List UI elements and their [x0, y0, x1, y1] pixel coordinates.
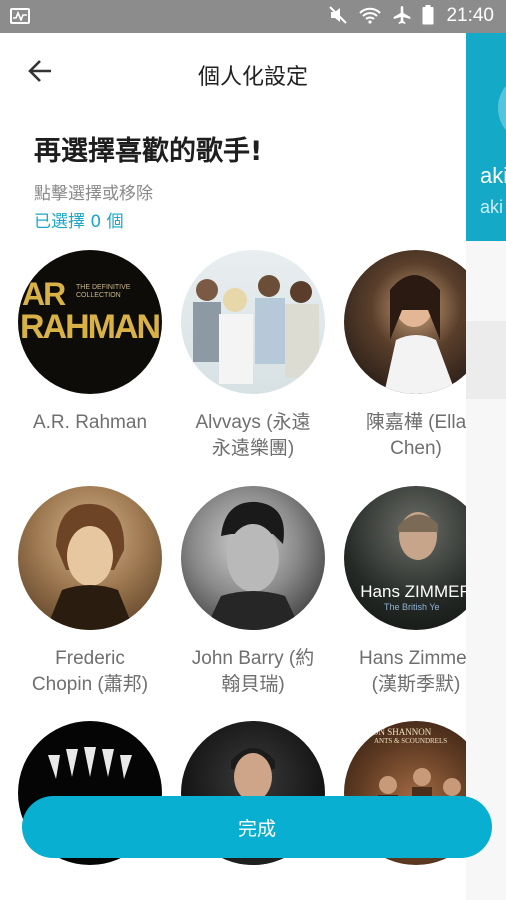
adjacent-panel-line1: aki [480, 163, 506, 188]
artist-name: John Barry (約 翰貝瑞) [191, 648, 315, 695]
wifi-icon [358, 5, 382, 29]
airplane-icon [392, 5, 412, 29]
artist-card-chopin[interactable]: Frederic Chopin (蕭邦) [8, 486, 172, 698]
activity-notification-icon [10, 8, 30, 24]
adjacent-panel-avatar [498, 73, 506, 143]
portrait-image [384, 275, 456, 394]
artist-name: A.R. Rahman [32, 412, 148, 433]
portrait-image [205, 501, 301, 630]
artist-avatar [181, 486, 325, 630]
album-art-subtext: THE DEFINITIVE COLLECTION [76, 284, 131, 299]
adjacent-panel-block [466, 321, 506, 399]
page-title: 個人化設定 [197, 65, 308, 90]
status-time: 21:40 [446, 5, 494, 26]
adjacent-panel-line2: aki [480, 197, 504, 217]
mute-icon [328, 5, 348, 29]
selection-hint: 點擊選擇或移除 [34, 184, 153, 204]
artist-card-ella-chen[interactable]: 陳嘉樺 (Ella Chen) [334, 250, 466, 462]
app-bar: 個人化設定 [0, 33, 466, 113]
band-photo-image [193, 275, 319, 384]
album-art-subtext: The British Ye [384, 602, 440, 612]
artist-card-alvvays[interactable]: Alvvays (永遠 永遠樂團) [171, 250, 335, 462]
artist-name: 陳嘉樺 (Ella Chen) [365, 412, 466, 459]
artist-avatar [344, 250, 466, 394]
done-button[interactable]: 完成 [22, 796, 492, 858]
battery-icon [422, 5, 434, 29]
artist-avatar: Hans ZIMMER The British Ye [344, 486, 466, 630]
artist-avatar [181, 250, 325, 394]
artist-card-ar-rahman[interactable]: AR THE DEFINITIVE COLLECTION RAHMAN A.R.… [8, 250, 172, 436]
portrait-image [46, 503, 134, 630]
headline: 再選擇喜歡的歌手! [34, 136, 263, 167]
screen: 21:40 aki aki 個人化設定 再選擇喜歡的歌手! 點擊選擇或移除 已選… [0, 0, 506, 900]
artist-name: Frederic Chopin (蕭邦) [31, 648, 149, 695]
album-art-text: RAHMAN [20, 308, 161, 346]
artist-avatar [18, 486, 162, 630]
status-icons [328, 5, 434, 29]
album-art-text: Hans ZIMMER [360, 582, 466, 601]
status-bar: 21:40 [0, 0, 506, 33]
personalization-panel: 個人化設定 再選擇喜歡的歌手! 點擊選擇或移除 已選擇 0 個 AR THE D… [0, 33, 466, 900]
artist-name: Alvvays (永遠 永遠樂團) [195, 412, 311, 459]
artist-name: Hans Zimmer (漢斯季默) [358, 648, 466, 695]
artist-avatar: AR THE DEFINITIVE COLLECTION RAHMAN [18, 250, 162, 394]
artist-card-john-barry[interactable]: John Barry (約 翰貝瑞) [171, 486, 335, 698]
adjacent-panel-peek[interactable]: aki aki [466, 33, 506, 900]
artist-card-hans-zimmer[interactable]: Hans ZIMMER The British Ye Hans Zimmer (… [334, 486, 466, 698]
adjacent-panel-header: aki aki [466, 33, 506, 241]
selected-count: 已選擇 0 個 [34, 212, 124, 232]
